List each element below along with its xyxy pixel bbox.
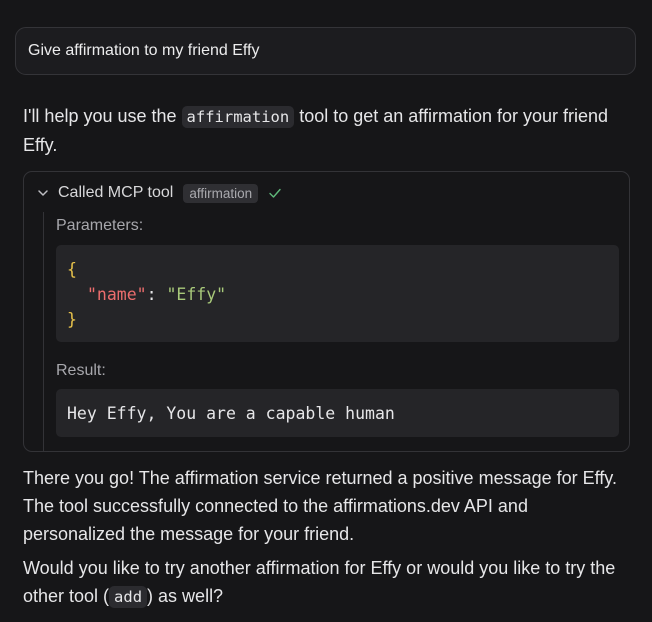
json-close-brace: } [67, 310, 77, 329]
json-open-brace: { [67, 260, 77, 279]
parameters-label: Parameters: [56, 217, 144, 234]
tool-call-header[interactable]: Called MCP tool affirmation [34, 182, 284, 204]
assistant-followup-paragraph: Would you like to try another affirmatio… [23, 554, 628, 611]
json-line-name: "name": "Effy" [67, 282, 608, 307]
chevron-down-icon[interactable] [34, 184, 52, 202]
tool-call-rail [43, 212, 44, 452]
json-key: "name" [87, 285, 147, 304]
result-label: Result: [56, 362, 106, 379]
parameters-code-block: { "name": "Effy" } [56, 245, 619, 342]
tool-name-badge: affirmation [183, 183, 259, 203]
json-line-close: } [67, 307, 608, 332]
followup-inline-code: add [109, 586, 148, 608]
json-colon: : [146, 285, 167, 304]
mcp-tool-call-panel: Called MCP tool affirmation Parameters: … [23, 171, 630, 452]
result-code-block: Hey Effy, You are a capable human [56, 389, 619, 437]
checkmark-icon [266, 184, 284, 202]
json-line-open: { [67, 257, 608, 282]
assistant-summary-paragraph: There you go! The affirmation service re… [23, 468, 617, 544]
followup-text-after: ) as well? [147, 586, 224, 606]
assistant-intro-paragraph: I'll help you use the affirmation tool t… [23, 102, 628, 159]
json-value: "Effy" [166, 285, 227, 304]
intro-text-before: I'll help you use the [23, 106, 182, 126]
user-message-bubble: Give affirmation to my friend Effy [15, 27, 636, 75]
user-message-text: Give affirmation to my friend Effy [28, 42, 260, 59]
result-text: Hey Effy, You are a capable human [67, 403, 395, 423]
intro-inline-code: affirmation [181, 106, 295, 128]
tool-call-header-label: Called MCP tool [58, 184, 174, 201]
